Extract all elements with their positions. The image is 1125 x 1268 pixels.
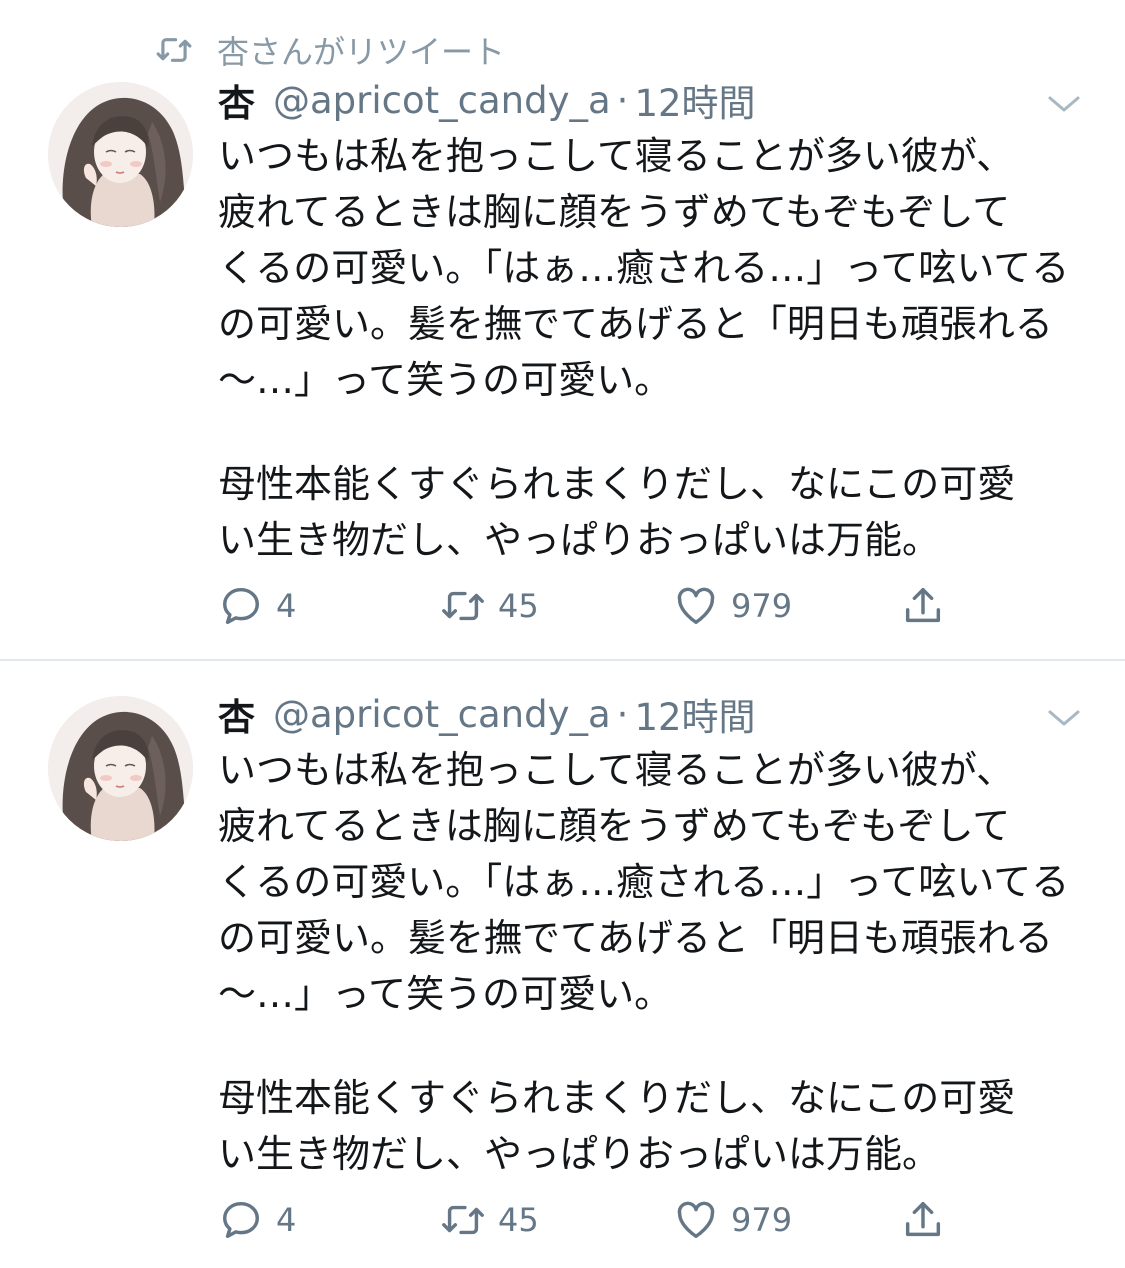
chevron-down-icon[interactable] xyxy=(1044,706,1084,730)
tweet-text-line: 母性本能くすぐられまくりだし、なにこの可愛 xyxy=(218,462,1016,506)
tweet-text-line: い生き物だし、やっぱりおっぱいは万能。 xyxy=(218,1132,941,1176)
retweet-context-label: 杏さんがリツイート xyxy=(217,33,506,71)
tweet-text-line: いつもは私を抱っこして寝ることが多い彼が、 xyxy=(218,748,1015,792)
timeline: 杏さんがリツイート 杏 @apricot_candy_a · 12時間 いつもは… xyxy=(0,0,1125,1268)
avatar-illustration xyxy=(48,82,193,227)
retweet-icon xyxy=(156,38,192,62)
retweet-count: 45 xyxy=(498,587,539,625)
tweet-text: いつもは私を抱っこして寝ることが多い彼が、 疲れてるときは胸に顔をうずめてもぞも… xyxy=(218,128,1098,568)
timestamp[interactable]: 12時間 xyxy=(634,73,755,127)
like-icon xyxy=(677,1201,715,1239)
like-icon xyxy=(677,587,715,625)
tweet-text-line: 疲れてるときは胸に顔をうずめてもぞもぞして xyxy=(218,804,1011,848)
tweet[interactable]: 杏 @apricot_candy_a · 12時間 いつもは私を抱っこして寝るこ… xyxy=(0,662,1125,1268)
tweet-text-line: 疲れてるときは胸に顔をうずめてもぞもぞして xyxy=(218,190,1011,234)
like-button[interactable]: 979 xyxy=(673,580,792,632)
avatar-illustration xyxy=(48,696,193,841)
like-button[interactable]: 979 xyxy=(673,1194,792,1246)
tweet-divider xyxy=(0,659,1125,661)
tweet-text-line: 母性本能くすぐられまくりだし、なにこの可愛 xyxy=(218,1076,1016,1120)
tweet-actions: 4 45 979 xyxy=(218,580,978,632)
share-button[interactable] xyxy=(900,580,958,632)
like-count: 979 xyxy=(731,587,793,625)
retweet-count: 45 xyxy=(498,1201,539,1239)
tweet-text-line: くるの可愛い。「はぁ…癒される…」って呟いてる xyxy=(218,860,1070,904)
timestamp[interactable]: 12時間 xyxy=(634,687,755,741)
tweet-actions: 4 45 979 xyxy=(218,1194,978,1246)
avatar[interactable] xyxy=(48,696,193,841)
like-count: 979 xyxy=(731,1201,793,1239)
reply-count: 4 xyxy=(276,587,297,625)
reply-icon xyxy=(222,1201,260,1239)
tweet-text-line: の可愛い。髪を撫でてあげると「明日も頑張れる xyxy=(218,302,1053,346)
share-icon xyxy=(905,1201,941,1237)
tweet-header: 杏 @apricot_candy_a · 12時間 xyxy=(218,78,756,126)
retweet-icon xyxy=(442,591,484,621)
display-name[interactable]: 杏 xyxy=(218,687,255,741)
tweet-text-line: い生き物だし、やっぱりおっぱいは万能。 xyxy=(218,518,941,562)
tweet-header: 杏 @apricot_candy_a · 12時間 xyxy=(218,692,756,740)
reply-count: 4 xyxy=(276,1201,297,1239)
retweet-button[interactable]: 45 xyxy=(440,1194,539,1246)
tweet-text: いつもは私を抱っこして寝ることが多い彼が、 疲れてるときは胸に顔をうずめてもぞも… xyxy=(218,742,1098,1182)
chevron-down-icon[interactable] xyxy=(1044,92,1084,116)
retweet-button[interactable]: 45 xyxy=(440,580,539,632)
tweet-text-line: いつもは私を抱っこして寝ることが多い彼が、 xyxy=(218,134,1015,178)
retweet-icon xyxy=(442,1205,484,1235)
display-name[interactable]: 杏 xyxy=(218,73,255,127)
tweet-text-line: 〜…」って笑うの可愛い。 xyxy=(218,358,673,402)
tweet-text-line: くるの可愛い。「はぁ…癒される…」って呟いてる xyxy=(218,246,1070,290)
reply-button[interactable]: 4 xyxy=(218,580,296,632)
share-icon xyxy=(905,587,941,623)
reply-button[interactable]: 4 xyxy=(218,1194,296,1246)
user-handle[interactable]: @apricot_candy_a xyxy=(273,79,611,122)
retweet-context: 杏さんがリツイート xyxy=(155,28,505,72)
share-button[interactable] xyxy=(900,1194,958,1246)
user-handle[interactable]: @apricot_candy_a xyxy=(273,693,611,736)
tweet-text-line: 〜…」って笑うの可愛い。 xyxy=(218,972,673,1016)
tweet-text-line: の可愛い。髪を撫でてあげると「明日も頑張れる xyxy=(218,916,1053,960)
meta-separator: · xyxy=(616,692,629,736)
avatar[interactable] xyxy=(48,82,193,227)
reply-icon xyxy=(222,587,260,625)
tweet[interactable]: 杏さんがリツイート 杏 @apricot_candy_a · 12時間 いつもは… xyxy=(0,0,1125,660)
meta-separator: · xyxy=(616,78,629,122)
